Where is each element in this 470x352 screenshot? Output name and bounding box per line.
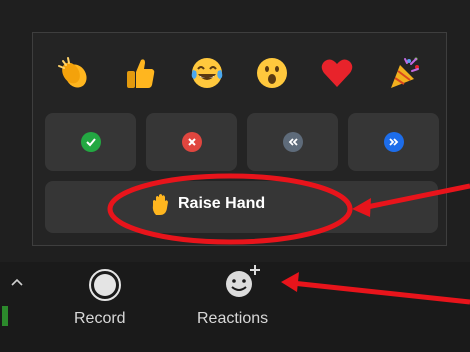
reactions-label[interactable]: Reactions xyxy=(197,310,268,328)
emoji-row xyxy=(55,51,425,95)
go-faster-button[interactable] xyxy=(348,113,439,171)
chevron-up-icon[interactable] xyxy=(10,274,24,292)
record-icon[interactable] xyxy=(88,268,122,307)
yes-button[interactable] xyxy=(45,113,136,171)
nonverbal-feedback-row xyxy=(45,113,441,171)
go-slower-button[interactable] xyxy=(247,113,338,171)
clapping-hands-icon[interactable] xyxy=(55,51,95,95)
reactions-panel xyxy=(32,32,447,246)
heart-icon[interactable] xyxy=(317,51,357,95)
reactions-icon[interactable] xyxy=(222,264,262,305)
open-mouth-icon[interactable] xyxy=(252,51,292,95)
raised-hand-icon xyxy=(150,193,172,222)
meeting-toolbar: Record Reactions xyxy=(0,262,470,352)
record-label[interactable]: Record xyxy=(74,310,126,328)
thumbs-up-icon[interactable] xyxy=(120,51,160,95)
check-icon xyxy=(80,132,101,152)
tears-of-joy-icon[interactable] xyxy=(187,51,227,95)
slower-icon xyxy=(282,132,303,152)
cross-icon xyxy=(181,132,202,152)
raise-hand-label: Raise Hand xyxy=(178,195,266,212)
green-indicator xyxy=(2,306,8,326)
no-button[interactable] xyxy=(146,113,237,171)
faster-icon xyxy=(383,132,404,152)
party-popper-icon[interactable] xyxy=(385,51,425,95)
